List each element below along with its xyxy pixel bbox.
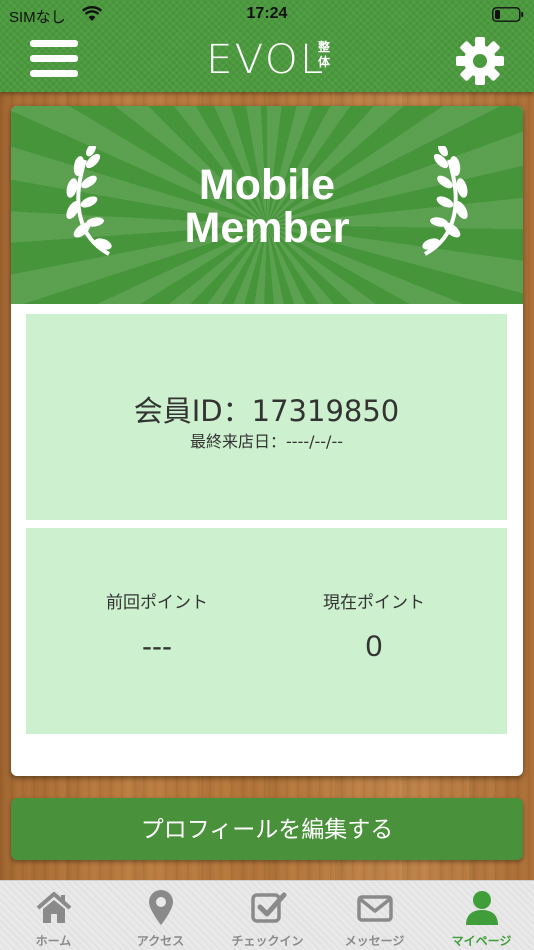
member-id: 会員ID：17319850	[26, 394, 507, 428]
status-bar: SIMなし 17:24	[0, 0, 534, 30]
app-logo: EVOL 整体	[206, 40, 330, 80]
checkbox-icon	[251, 892, 287, 923]
current-points-label: 現在ポイント	[323, 593, 425, 613]
hamburger-menu-icon[interactable]	[30, 40, 78, 80]
current-points: 現在ポイント 0	[254, 592, 494, 664]
member-id-panel: 会員ID：17319850 最終来店日：----/--/--	[26, 314, 507, 520]
previous-points: 前回ポイント ---	[37, 592, 277, 664]
tab-message-label: メッセージ	[344, 934, 405, 948]
last-visit-value: ----/--/--	[286, 432, 343, 451]
points-panel: 前回ポイント --- 現在ポイント 0	[26, 528, 507, 734]
tab-home-label: ホーム	[35, 934, 72, 948]
gear-icon[interactable]	[455, 36, 505, 86]
map-pin-icon	[149, 890, 173, 925]
laurel-right-icon	[422, 146, 468, 256]
battery-icon	[492, 7, 524, 22]
previous-points-value: ---	[142, 630, 172, 663]
member-id-label: 会員ID：	[133, 394, 252, 428]
tab-message[interactable]: メッセージ	[321, 881, 428, 950]
edit-profile-button[interactable]: プロフィールを編集する	[11, 798, 523, 860]
last-visit: 最終来店日：----/--/--	[26, 432, 507, 452]
previous-points-label: 前回ポイント	[106, 593, 208, 613]
tab-home[interactable]: ホーム	[0, 881, 107, 950]
logo-subtext: 整体	[318, 40, 331, 69]
member-banner: Mobile Member	[11, 106, 523, 304]
clock: 17:24	[246, 5, 288, 22]
tab-checkin[interactable]: チェックイン	[214, 881, 321, 950]
user-icon	[466, 891, 498, 925]
last-visit-label: 最終来店日：	[190, 432, 287, 451]
current-points-value: 0	[365, 630, 383, 663]
member-id-value: 17319850	[251, 394, 400, 428]
tab-mypage[interactable]: マイページ	[428, 881, 534, 950]
app-header: SIMなし 17:24 EVOL 整体	[0, 0, 534, 92]
tab-mypage-label: マイページ	[451, 934, 512, 948]
home-icon	[36, 892, 72, 923]
envelope-icon	[357, 895, 393, 922]
tab-bar: ホーム アクセス チェックイン メッセージ マイページ	[0, 880, 534, 950]
tab-access-label: アクセス	[136, 934, 185, 948]
member-card: Mobile Member 会員ID：17319850 最終来店日：----/-…	[11, 106, 523, 776]
logo-text: EVOL	[206, 37, 326, 83]
tab-access[interactable]: アクセス	[107, 881, 214, 950]
tab-checkin-label: チェックイン	[231, 934, 304, 948]
